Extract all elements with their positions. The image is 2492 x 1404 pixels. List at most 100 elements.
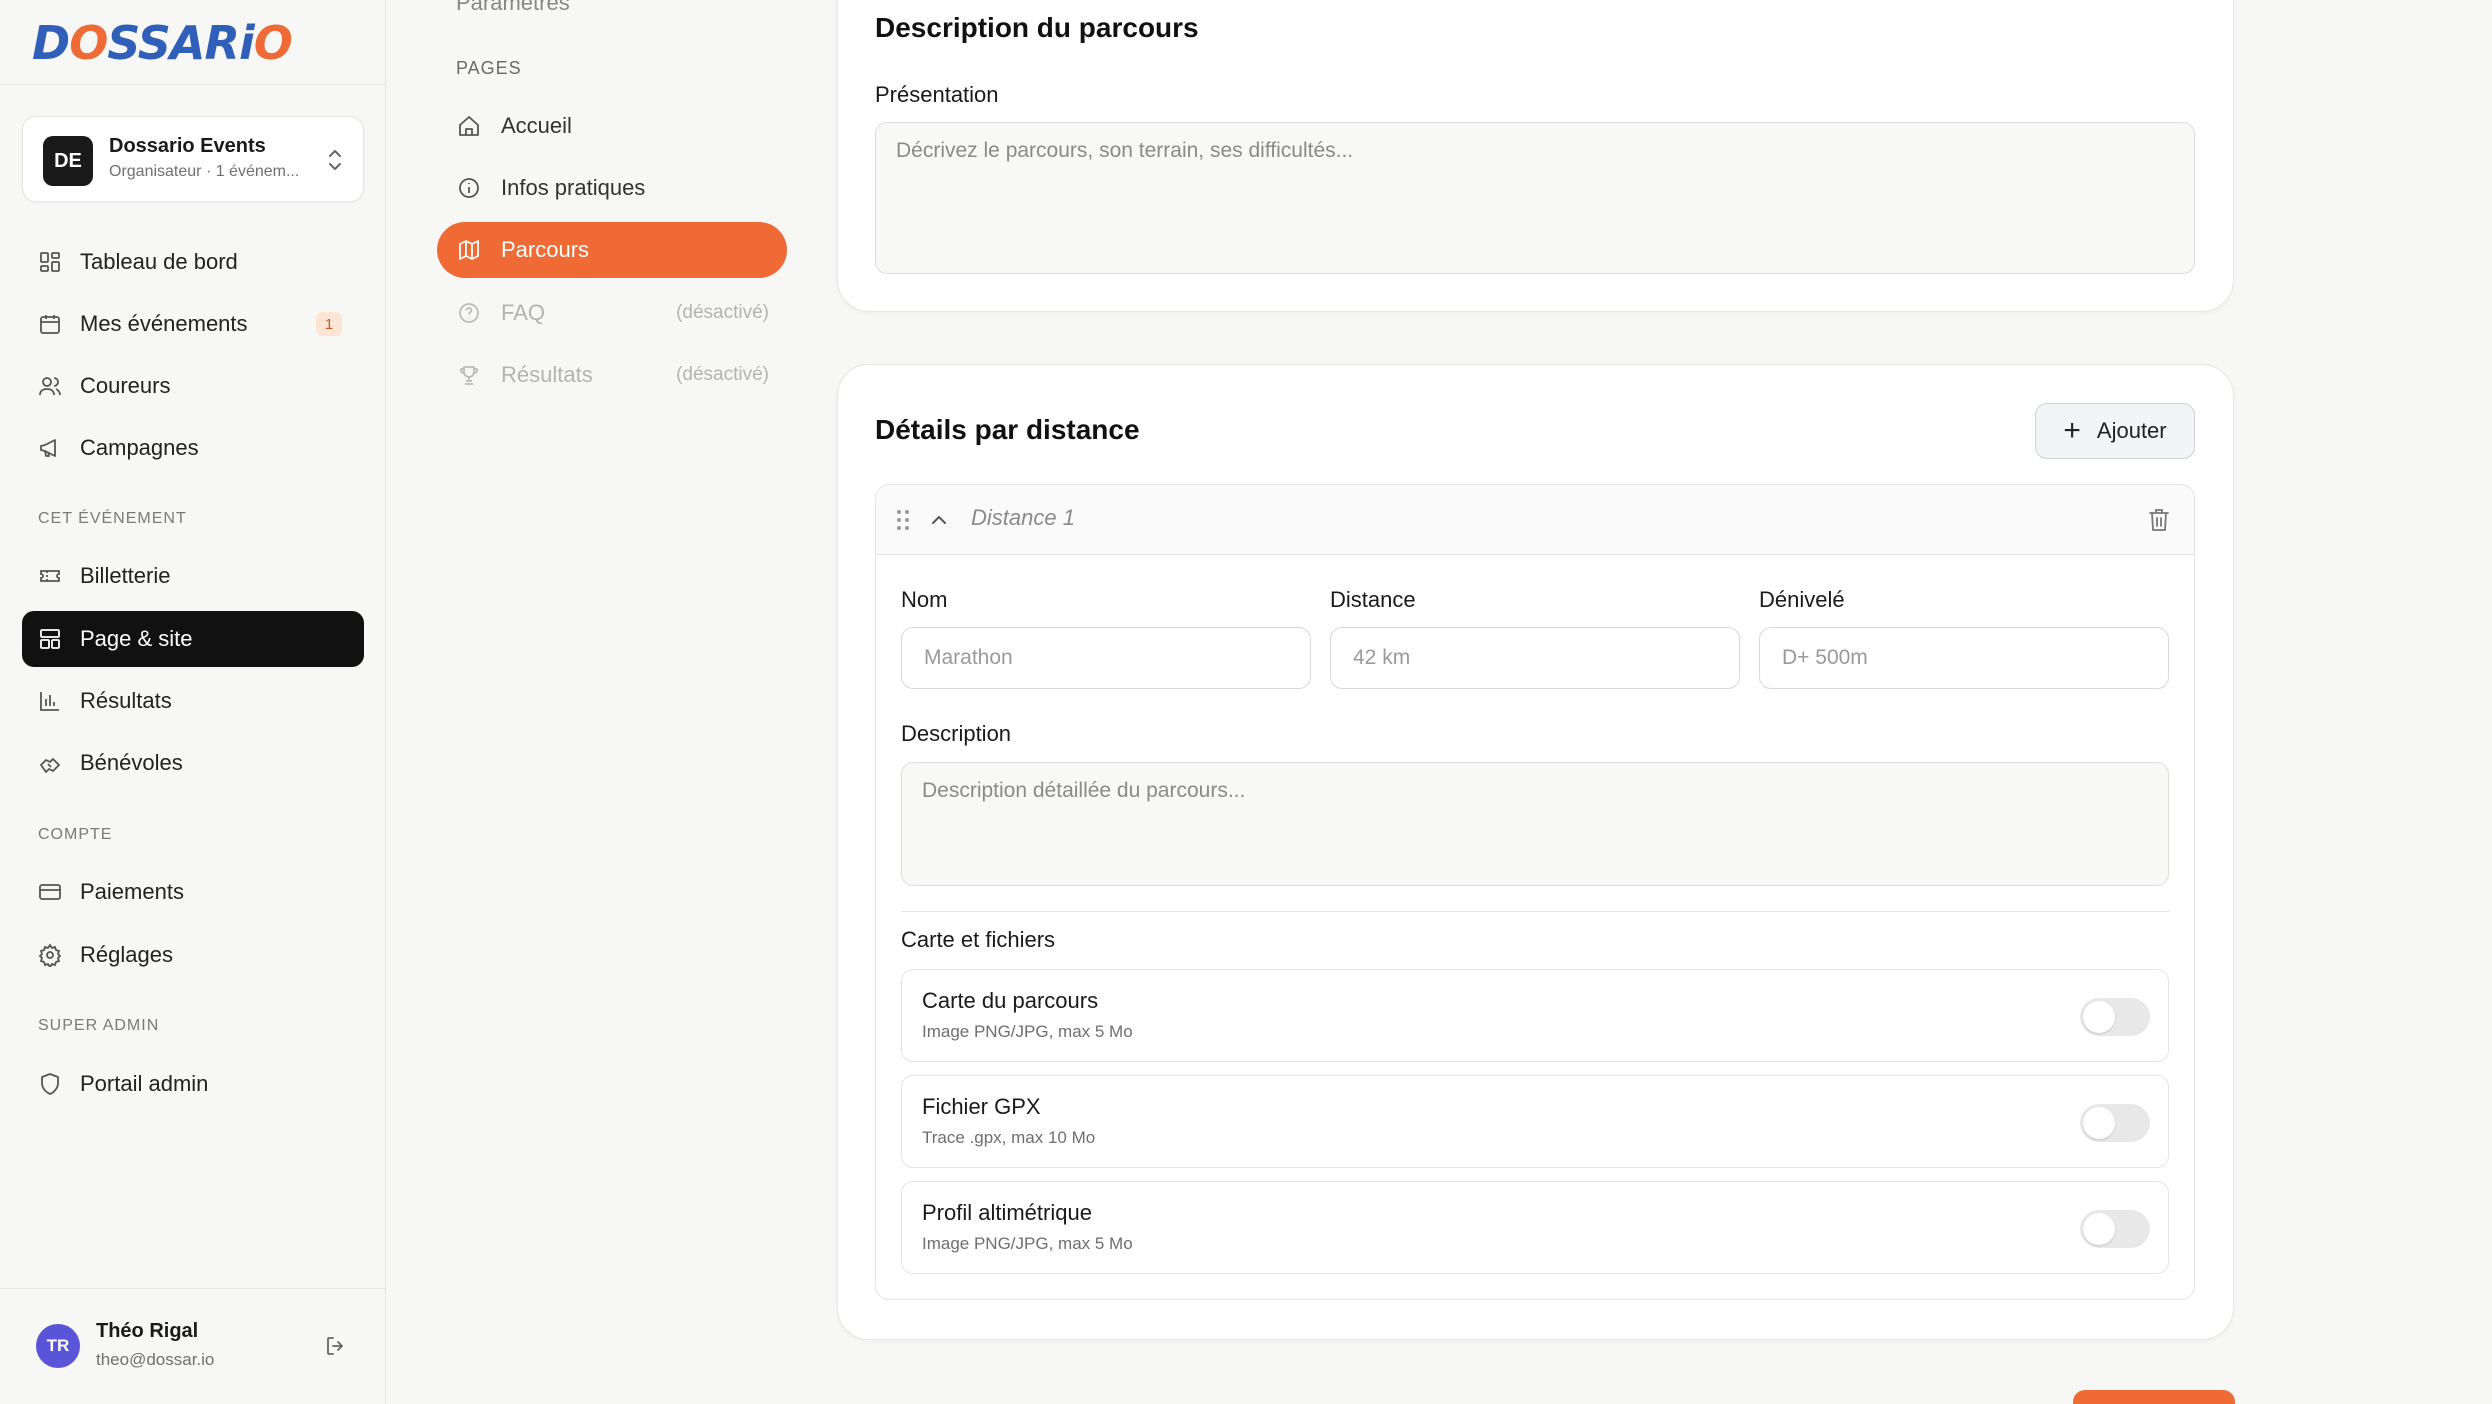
sidebar-item-settings[interactable]: Réglages: [22, 927, 364, 983]
events-count-badge: 1: [316, 312, 342, 336]
chevron-up-icon[interactable]: [929, 511, 949, 529]
card-title: Détails par distance: [875, 414, 1140, 445]
org-avatar: DE: [43, 136, 93, 186]
sidebar-item-payments[interactable]: Paiements: [22, 864, 364, 920]
disabled-tag: (désactivé): [676, 364, 769, 385]
gear-icon: [38, 943, 62, 967]
sidebar-item-label: Portail admin: [80, 1071, 209, 1096]
app-logo[interactable]: DOSSARiO: [32, 16, 293, 70]
bar-chart-icon: [40, 692, 59, 711]
subnav-item-results[interactable]: Résultats (désactivé): [437, 347, 787, 403]
shield-icon: [41, 1073, 59, 1095]
subnav-item-label: Résultats: [501, 362, 593, 387]
subnav-item-label: FAQ: [501, 300, 546, 325]
denivele-label: Dénivelé: [1759, 587, 1845, 612]
subnav-item-route[interactable]: Parcours: [437, 222, 787, 278]
divider: [0, 84, 386, 85]
nom-placeholder: Marathon: [924, 646, 1013, 669]
subnav-item-home[interactable]: Accueil: [437, 98, 787, 154]
sidebar-item-label: Coureurs: [80, 373, 171, 398]
logo-text: DOSSARiO: [32, 16, 293, 70]
user-email: theo@dossar.io: [96, 1350, 215, 1369]
subnav-item-practical-info[interactable]: Infos pratiques: [437, 160, 787, 216]
help-icon: [459, 303, 479, 323]
home-icon: [459, 116, 479, 136]
sidebar-item-dashboard[interactable]: Tableau de bord: [22, 234, 364, 290]
user-name: Théo Rigal: [96, 1320, 199, 1342]
dashboard-icon: [40, 252, 60, 272]
drag-handle-icon[interactable]: [896, 509, 910, 531]
org-switcher[interactable]: DE Dossario Events Organisateur · 1 évén…: [22, 116, 364, 202]
sidebar-item-ticketing[interactable]: Billetterie: [22, 548, 364, 604]
disabled-tag: (désactivé): [676, 302, 769, 323]
sidebar-item-label: Campagnes: [80, 435, 199, 460]
add-button-label: Ajouter: [2096, 418, 2167, 443]
save-button[interactable]: [2073, 1390, 2235, 1404]
file-row-subtitle: Trace .gpx, max 10 Mo: [922, 1128, 1096, 1147]
sidebar-item-admin-portal[interactable]: Portail admin: [22, 1056, 364, 1112]
subnav-section-label: PAGES: [456, 58, 522, 78]
subnav-item-label: Accueil: [501, 113, 572, 138]
card-title: Description du parcours: [875, 12, 1199, 43]
logout-icon[interactable]: [324, 1334, 348, 1358]
denivele-input[interactable]: D+ 500m: [1759, 627, 2169, 689]
denivele-placeholder: D+ 500m: [1782, 646, 1868, 669]
sidebar-item-volunteers[interactable]: Bénévoles: [22, 735, 364, 791]
file-row-subtitle: Image PNG/JPG, max 5 Mo: [922, 1234, 1133, 1253]
section-label-event: CET ÉVÉNEMENT: [38, 510, 187, 527]
file-row-title: Carte du parcours: [922, 988, 1099, 1013]
distance-input[interactable]: 42 km: [1330, 627, 1740, 689]
elevation-profile-toggle[interactable]: [2080, 1210, 2150, 1248]
sidebar-item-results[interactable]: Résultats: [22, 673, 364, 729]
gpx-toggle[interactable]: [2080, 1104, 2150, 1142]
add-distance-button[interactable]: + Ajouter: [2035, 403, 2195, 459]
files-section-label: Carte et fichiers: [901, 927, 1056, 952]
file-row-route-map: Carte du parcours Image PNG/JPG, max 5 M…: [901, 969, 2169, 1062]
file-row-title: Profil altimétrique: [922, 1200, 1092, 1225]
trophy-icon: [459, 366, 479, 385]
subnav-item-settings[interactable]: Paramètres: [456, 0, 570, 16]
description-placeholder: Description détaillée du parcours...: [922, 779, 1246, 802]
sidebar-item-page-site[interactable]: Page & site: [22, 611, 364, 667]
presentation-placeholder: Décrivez le parcours, son terrain, ses d…: [896, 139, 1354, 162]
credit-card-icon: [39, 884, 61, 900]
file-row-gpx: Fichier GPX Trace .gpx, max 10 Mo: [901, 1075, 2169, 1168]
section-label-admin: SUPER ADMIN: [38, 1017, 160, 1034]
handshake-icon: [40, 758, 60, 773]
sidebar-item-label: Mes événements: [80, 311, 248, 336]
layout-icon: [40, 629, 60, 649]
file-row-title: Fichier GPX: [922, 1094, 1041, 1119]
description-label: Description: [901, 721, 1012, 746]
description-textarea[interactable]: Description détaillée du parcours...: [901, 762, 2169, 886]
file-row-subtitle: Image PNG/JPG, max 5 Mo: [922, 1022, 1133, 1041]
nom-input[interactable]: Marathon: [901, 627, 1311, 689]
megaphone-icon: [40, 439, 56, 457]
presentation-textarea[interactable]: Décrivez le parcours, son terrain, ses d…: [875, 122, 2195, 274]
sidebar-item-label: Paiements: [80, 879, 184, 904]
ticket-icon: [40, 570, 60, 582]
section-label-account: COMPTE: [38, 826, 113, 843]
sidebar-item-label: Page & site: [80, 626, 193, 651]
avatar: TR: [36, 1324, 80, 1368]
file-row-elevation-profile: Profil altimétrique Image PNG/JPG, max 5…: [901, 1181, 2169, 1274]
map-icon: [459, 240, 479, 260]
sidebar-item-label: Résultats: [80, 688, 172, 713]
plus-icon: +: [2063, 414, 2081, 447]
divider: [0, 1288, 386, 1289]
divider: [901, 911, 2169, 912]
sidebar-item-campaigns[interactable]: Campagnes: [22, 420, 364, 476]
route-map-toggle[interactable]: [2080, 998, 2150, 1036]
subnav-item-faq[interactable]: FAQ (désactivé): [437, 285, 787, 341]
distance-item: Distance 1: [875, 484, 2195, 1300]
subnav-item-label: Infos pratiques: [501, 175, 646, 200]
distance-item-header: Distance 1: [876, 485, 2194, 555]
info-icon: [459, 178, 479, 198]
sidebar: DOSSARiO DE Dossario Events Organisateur…: [0, 0, 386, 1404]
sidebar-item-events[interactable]: Mes événements 1: [22, 296, 364, 352]
trash-icon[interactable]: [2148, 508, 2170, 532]
sidebar-item-runners[interactable]: Coureurs: [22, 358, 364, 414]
distance-placeholder: 42 km: [1353, 646, 1411, 669]
sidebar-item-label: Réglages: [80, 942, 173, 967]
distance-name: Distance 1: [971, 505, 1075, 530]
users-icon: [39, 377, 61, 396]
